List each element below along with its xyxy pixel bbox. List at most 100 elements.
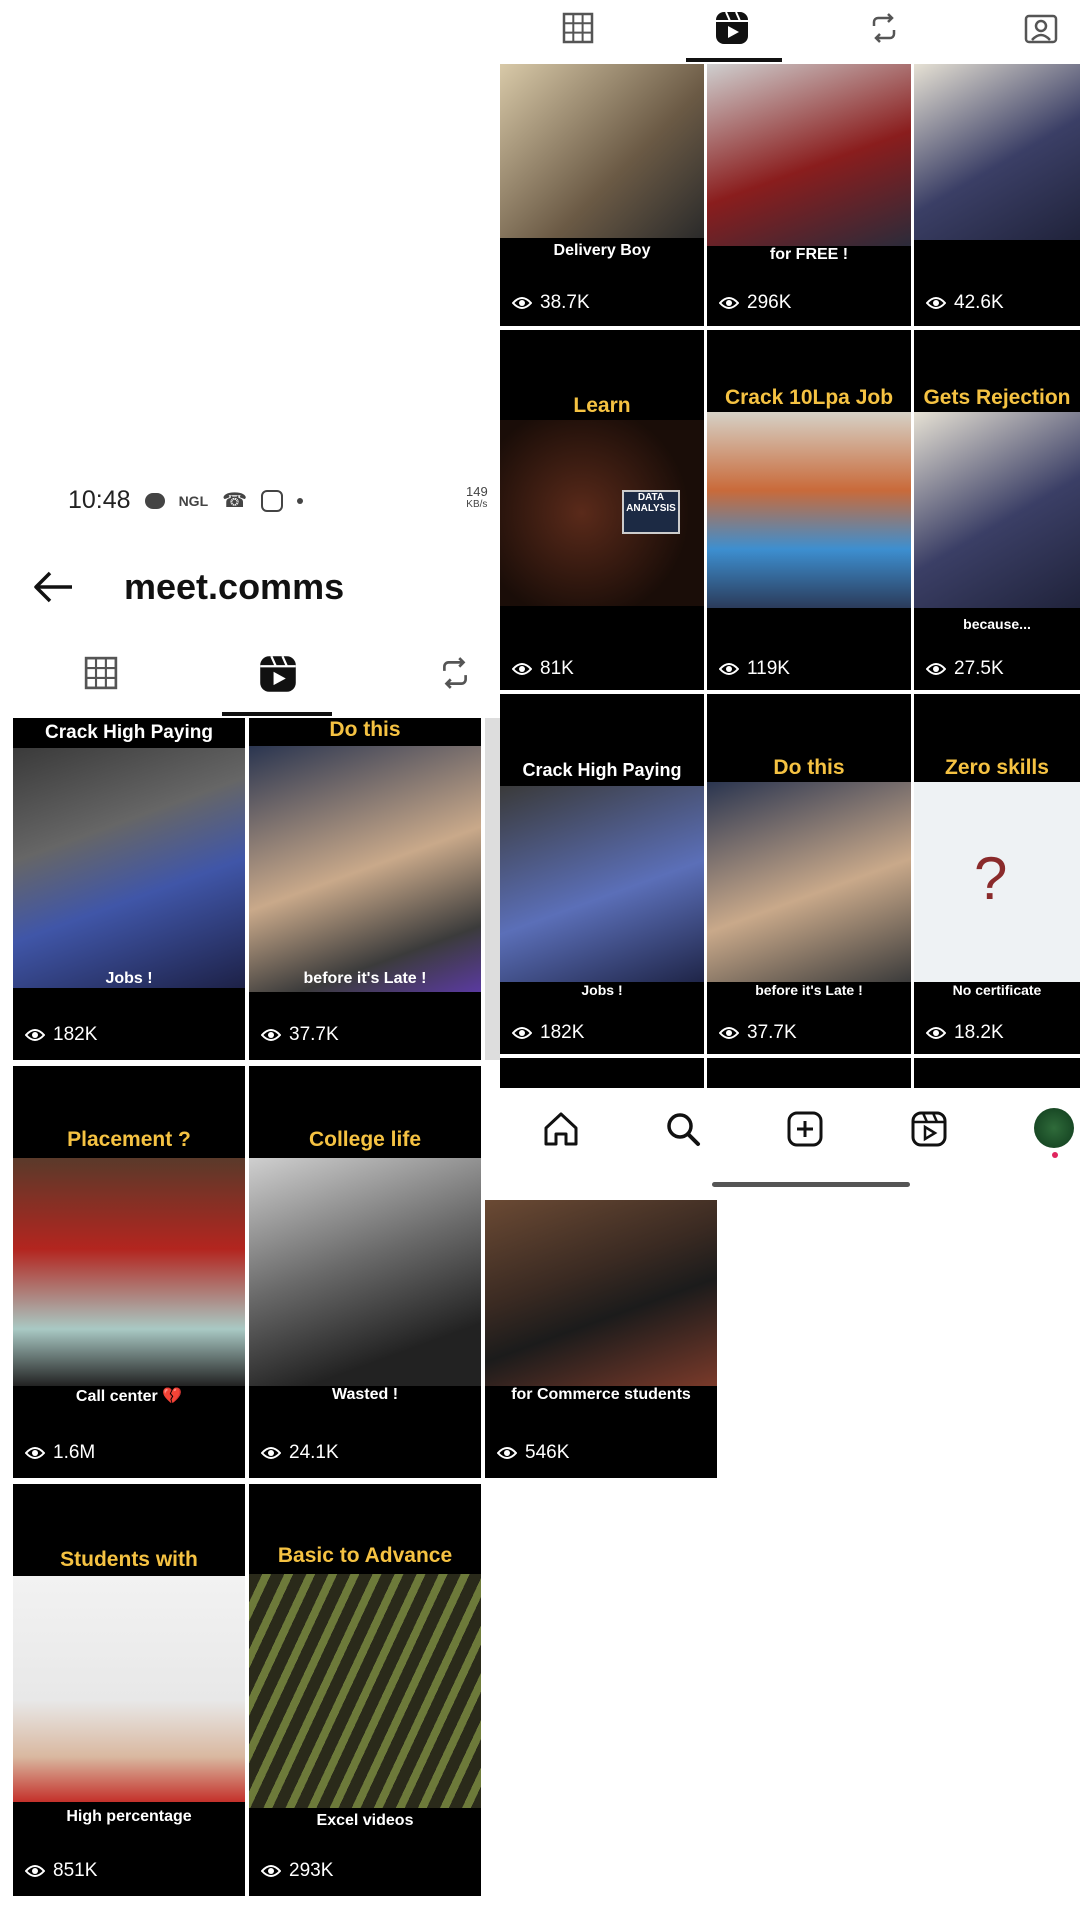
eye-icon bbox=[719, 297, 739, 309]
reel-bottom-caption: Jobs ! bbox=[581, 982, 623, 998]
reel-views: 81K bbox=[512, 658, 574, 680]
create-post-icon[interactable] bbox=[786, 1110, 824, 1148]
reel-thumbnail bbox=[249, 1158, 481, 1386]
reel-thumbnail bbox=[914, 64, 1080, 240]
chat-bubble-icon bbox=[144, 492, 165, 509]
reel-thumbnail bbox=[707, 412, 911, 608]
reel-tile-partial bbox=[500, 1058, 704, 1088]
reel-thumbnail bbox=[707, 64, 911, 246]
profile-username: meet.comms bbox=[124, 566, 345, 607]
ngl-icon: NGL bbox=[178, 492, 209, 509]
reel-views: 42.6K bbox=[926, 292, 1004, 314]
tab-reels-underline bbox=[686, 58, 782, 62]
back-arrow-icon[interactable] bbox=[32, 570, 74, 609]
reel-tile[interactable]: for FREE ! 296K bbox=[707, 64, 911, 326]
reel-views: 38.7K bbox=[512, 292, 590, 314]
reel-tile[interactable]: College life Wasted ! 24.1K bbox=[249, 1066, 481, 1478]
reel-bottom-caption: before it's Late ! bbox=[755, 982, 863, 998]
reel-tile[interactable]: Placement ? Call center 💔 1.6M bbox=[13, 1066, 245, 1478]
reel-bottom-caption: because... bbox=[963, 616, 1031, 632]
reel-top-caption: Gets Rejection bbox=[923, 386, 1071, 409]
tab-reels-underline bbox=[222, 712, 332, 716]
reel-tile[interactable]: Crack 10Lpa Job 119K bbox=[707, 330, 911, 690]
reel-tile[interactable]: Delivery Boy 38.7K bbox=[500, 64, 704, 326]
tab-reposts-icon[interactable] bbox=[868, 12, 900, 44]
tab-reels-icon[interactable] bbox=[258, 654, 298, 699]
reel-bottom-caption: Call center 💔 bbox=[75, 1388, 183, 1405]
reel-views: 27.5K bbox=[926, 658, 1004, 680]
eye-icon bbox=[719, 663, 739, 675]
eye-icon bbox=[926, 663, 946, 675]
reel-tile-partial bbox=[914, 1058, 1080, 1088]
home-indicator bbox=[712, 1182, 910, 1187]
search-icon[interactable] bbox=[664, 1110, 702, 1148]
reel-tile[interactable]: Zero skills ? No certificate 18.2K bbox=[914, 694, 1080, 1054]
reel-thumbnail bbox=[13, 1576, 245, 1802]
reel-top-caption: Crack High Paying bbox=[45, 722, 213, 743]
reel-tile-partial bbox=[485, 718, 500, 1060]
reel-views: 37.7K bbox=[719, 1022, 797, 1044]
tab-grid-icon[interactable] bbox=[84, 656, 118, 695]
reel-views: 182K bbox=[25, 1024, 97, 1046]
question-mark-drawing: ? bbox=[974, 845, 1008, 912]
reel-tile-partial bbox=[707, 1058, 911, 1088]
reel-top-caption: Crack 10Lpa Job bbox=[724, 386, 894, 409]
reel-top-caption: Do this bbox=[773, 756, 845, 779]
reel-views: 851K bbox=[25, 1860, 97, 1882]
home-icon[interactable] bbox=[542, 1110, 580, 1148]
reel-tile[interactable]: Basic to Advance Excel videos 293K bbox=[249, 1484, 481, 1896]
tab-reels-icon[interactable] bbox=[714, 10, 750, 46]
reel-top-caption: Zero skills bbox=[945, 756, 1049, 779]
reel-bottom-caption: High percentage bbox=[66, 1808, 192, 1825]
tab-grid-icon[interactable] bbox=[562, 12, 594, 44]
eye-icon bbox=[497, 1447, 517, 1459]
reel-thumbnail bbox=[500, 64, 704, 238]
eye-icon bbox=[719, 1027, 739, 1039]
reel-tile[interactable]: for Commerce students 546K bbox=[485, 1200, 717, 1478]
reel-bottom-caption: No certificate bbox=[952, 982, 1042, 998]
instagram-icon bbox=[261, 489, 284, 512]
reel-thumbnail bbox=[500, 786, 704, 982]
reel-thumbnail bbox=[914, 412, 1080, 608]
eye-icon bbox=[25, 1029, 45, 1041]
network-speed: 149 KB/s bbox=[466, 484, 488, 510]
reel-tile[interactable]: Students with High percentage 851K bbox=[13, 1484, 245, 1896]
reel-tile[interactable]: Do this before it's Late ! 37.7K bbox=[249, 718, 481, 1060]
reel-tile[interactable]: Crack High Paying Jobs ! 182K bbox=[13, 718, 245, 1060]
eye-icon bbox=[512, 663, 532, 675]
reel-views: 546K bbox=[497, 1442, 569, 1464]
reel-views: 182K bbox=[512, 1022, 584, 1044]
reel-views: 18.2K bbox=[926, 1022, 1004, 1044]
reel-tile[interactable]: 42.6K bbox=[914, 64, 1080, 326]
reel-views: 1.6M bbox=[25, 1442, 95, 1464]
reel-bottom-caption: for Commerce students bbox=[511, 1386, 691, 1403]
eye-icon bbox=[261, 1865, 281, 1877]
reel-bottom-caption: Wasted ! bbox=[331, 1386, 399, 1403]
reel-tile[interactable]: Gets Rejection because... 27.5K bbox=[914, 330, 1080, 690]
missed-call-icon: ☎ bbox=[222, 490, 248, 512]
eye-icon bbox=[25, 1447, 45, 1459]
data-analysis-sign: DATA ANALYSIS bbox=[622, 490, 680, 534]
eye-icon bbox=[512, 297, 532, 309]
eye-icon bbox=[261, 1447, 281, 1459]
reel-tile[interactable]: Do this before it's Late ! 37.7K bbox=[707, 694, 911, 1054]
eye-icon bbox=[261, 1029, 281, 1041]
reels-nav-icon[interactable] bbox=[910, 1110, 948, 1148]
reel-bottom-caption: Delivery Boy bbox=[553, 242, 651, 259]
tab-reposts-icon[interactable] bbox=[438, 656, 472, 695]
reel-bottom-caption: Excel videos bbox=[316, 1812, 414, 1829]
reel-thumbnail bbox=[249, 746, 481, 992]
tab-tagged-icon[interactable] bbox=[1024, 12, 1058, 44]
reel-views: 293K bbox=[261, 1860, 333, 1882]
reel-thumbnail bbox=[13, 1158, 245, 1386]
reel-top-caption: Basic to Advance bbox=[277, 1544, 453, 1567]
reel-top-caption: Placement ? bbox=[67, 1128, 191, 1151]
reel-tile[interactable]: Learn DATA ANALYSIS 81K bbox=[500, 330, 704, 690]
eye-icon bbox=[926, 1027, 946, 1039]
reel-top-caption: Students with bbox=[60, 1548, 198, 1571]
reel-bottom-caption: Jobs ! bbox=[105, 970, 153, 987]
profile-avatar[interactable] bbox=[1034, 1108, 1074, 1148]
eye-icon bbox=[926, 297, 946, 309]
network-speed-value: 149 bbox=[466, 484, 488, 499]
reel-tile[interactable]: Crack High Paying Jobs ! 182K bbox=[500, 694, 704, 1054]
